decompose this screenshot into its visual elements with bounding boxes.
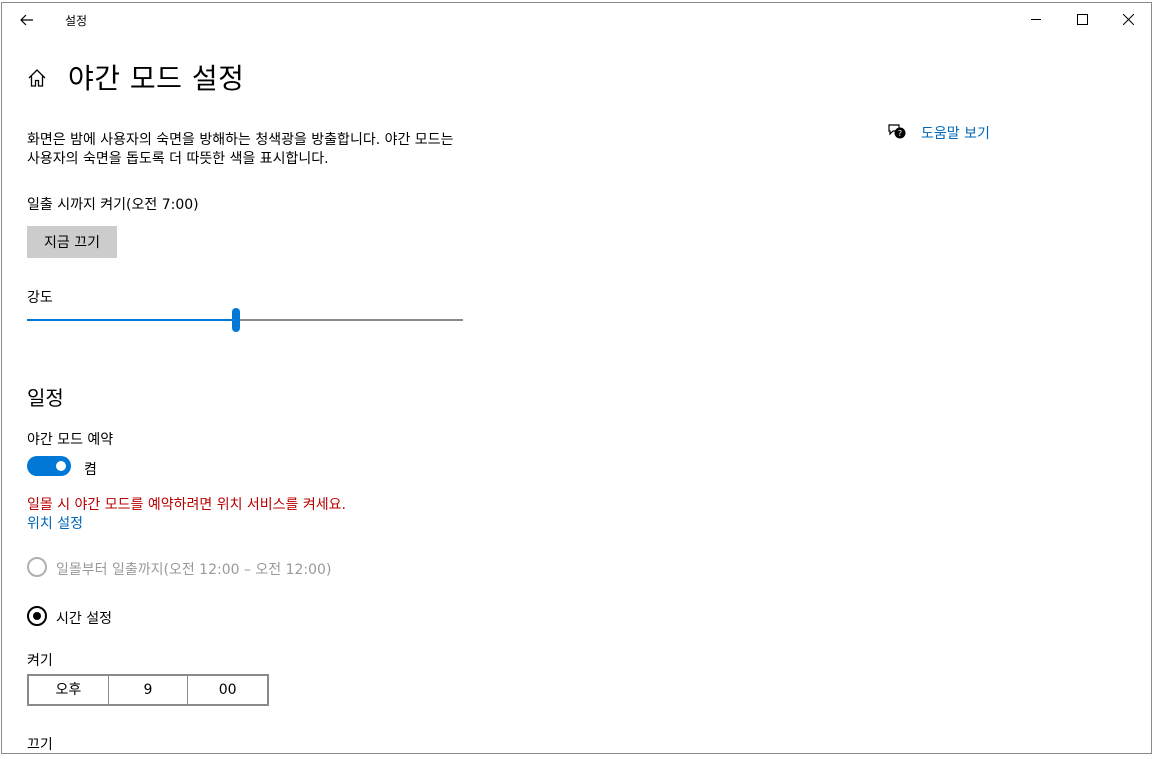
minimize-icon (1031, 19, 1041, 20)
custom-time-radio[interactable] (27, 606, 47, 626)
toggle-knob (56, 461, 66, 471)
schedule-toggle-label: 야간 모드 예약 (27, 432, 114, 448)
close-icon (1123, 14, 1134, 25)
slider-fill (27, 319, 236, 321)
time-period[interactable]: 오후 (29, 676, 109, 704)
strength-slider[interactable] (27, 308, 463, 334)
turn-on-label: 켜기 (27, 653, 53, 669)
time-minute[interactable]: 00 (188, 676, 267, 704)
get-help-link[interactable]: 도움말 보기 (921, 123, 990, 143)
home-icon[interactable] (26, 67, 48, 89)
back-button[interactable] (16, 9, 38, 31)
maximize-icon (1077, 14, 1088, 25)
toggle-state-text: 켬 (84, 462, 97, 478)
turn-off-now-button[interactable]: 지금 끄기 (27, 226, 117, 258)
schedule-toggle[interactable] (27, 456, 71, 476)
turn-on-time-picker[interactable]: 오후 9 00 (27, 674, 269, 706)
schedule-section-title: 일정 (27, 386, 64, 410)
window-title: 설정 (65, 14, 88, 28)
time-hour[interactable]: 9 (109, 676, 189, 704)
page-title: 야간 모드 설정 (68, 62, 245, 95)
slider-thumb[interactable] (232, 308, 240, 332)
turn-off-label: 끄기 (27, 737, 53, 753)
sunset-radio (27, 557, 47, 577)
location-warning: 일몰 시 야간 모드를 예약하려면 위치 서비스를 켜세요. (27, 497, 346, 513)
radio-dot (33, 612, 41, 620)
back-arrow-icon (20, 14, 33, 26)
description-text: 화면은 밤에 사용자의 숙면을 방해하는 청색광을 방출합니다. 야간 모드는 … (27, 132, 454, 167)
settings-window: 설정 야간 모드 설정 화면은 밤에 사용자의 숙면을 방해하는 청색광을 방출… (1, 2, 1152, 754)
svg-text:?: ? (898, 129, 902, 138)
custom-time-radio-label[interactable]: 시간 설정 (56, 608, 112, 628)
minimize-button[interactable] (1013, 3, 1059, 36)
sunset-radio-label: 일몰부터 일출까지(오전 12:00 – 오전 12:00) (56, 562, 332, 578)
help-chat-icon: ? (888, 124, 906, 139)
location-settings-link[interactable]: 위치 설정 (27, 513, 83, 533)
strength-label: 강도 (27, 290, 53, 306)
close-button[interactable] (1105, 3, 1151, 36)
maximize-button[interactable] (1059, 3, 1105, 36)
title-bar: 설정 (2, 3, 1151, 36)
night-light-status: 일출 시까지 켜기(오전 7:00) (27, 197, 199, 213)
